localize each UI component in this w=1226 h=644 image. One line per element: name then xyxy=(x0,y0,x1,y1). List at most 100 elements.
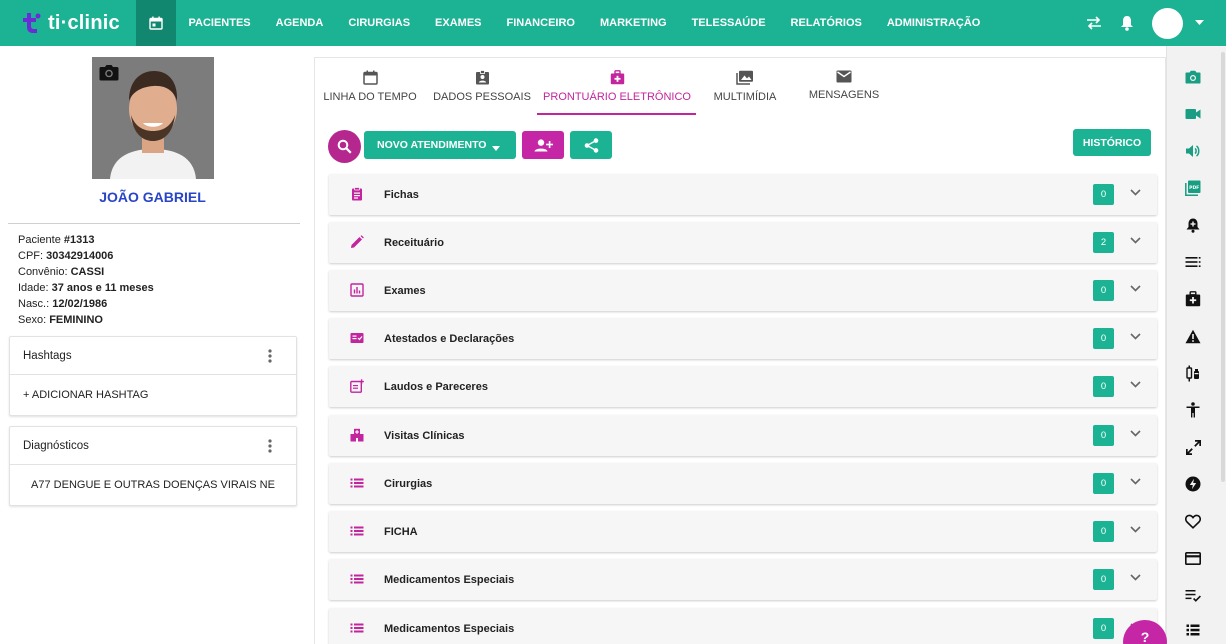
video-icon[interactable] xyxy=(1184,105,1202,123)
info-label: Nasc.: xyxy=(18,298,53,310)
nav-agenda[interactable]: AGENDA xyxy=(263,17,336,29)
section-label: Laudos e Pareceres xyxy=(384,380,488,393)
pencil-icon xyxy=(350,235,364,249)
medical-bag-icon xyxy=(610,70,624,85)
historico-button[interactable]: HISTÓRICO xyxy=(1073,129,1151,156)
share-button[interactable] xyxy=(570,131,612,159)
warning-icon[interactable] xyxy=(1184,327,1202,345)
tab-prontuario-eletronico[interactable]: PRONTUÁRIO ELETRÔNICO xyxy=(543,58,691,116)
pdf-icon[interactable]: PDF xyxy=(1184,179,1202,197)
chevron-down-icon[interactable] xyxy=(1195,20,1204,26)
info-label: Paciente xyxy=(18,234,64,246)
main-menu: PACIENTES AGENDA CIRURGIAS EXAMES FINANC… xyxy=(176,0,993,46)
section-row-medicamentos-especiais[interactable]: Medicamentos Especiais 0 xyxy=(329,559,1157,600)
section-count-badge: 0 xyxy=(1093,184,1114,205)
calendar-nav-button[interactable] xyxy=(136,0,176,46)
list-icon[interactable] xyxy=(1184,621,1202,639)
search-button[interactable] xyxy=(328,130,361,163)
info-label: Sexo: xyxy=(18,314,50,326)
user-avatar[interactable] xyxy=(1152,7,1183,39)
bar-chart-icon xyxy=(350,283,364,297)
toolbar: NOVO ATENDIMENTO HISTÓRICO xyxy=(315,129,1167,164)
section-row-visitas[interactable]: Visitas Clínicas 0 xyxy=(329,415,1157,456)
section-row-atestados[interactable]: Atestados e Declarações 0 xyxy=(329,318,1157,359)
diagnosticos-header: Diagnósticos xyxy=(10,427,296,465)
tab-bar: LINHA DO TEMPO DADOS PESSOAIS PRONTUÁRIO… xyxy=(315,58,1167,116)
section-label: Receituário xyxy=(384,236,444,249)
chevron-down-icon[interactable] xyxy=(1130,189,1141,196)
swap-icon[interactable] xyxy=(1086,16,1102,30)
checklist-icon[interactable] xyxy=(1184,586,1202,604)
nav-cirurgias[interactable]: CIRURGIAS xyxy=(336,17,423,29)
tab-mensagens[interactable]: MENSAGENS xyxy=(809,58,879,116)
add-hashtag-label: + ADICIONAR HASHTAG xyxy=(23,389,149,401)
chevron-down-icon[interactable] xyxy=(1130,478,1141,485)
add-hashtag-button[interactable]: + ADICIONAR HASHTAG xyxy=(10,375,296,415)
add-user-button[interactable] xyxy=(522,131,564,159)
tab-linha-do-tempo[interactable]: LINHA DO TEMPO xyxy=(323,58,417,116)
certificate-icon xyxy=(350,331,364,345)
scrollbar-thumb[interactable] xyxy=(1221,52,1225,482)
patient-photo[interactable] xyxy=(92,57,214,179)
patient-info: Paciente #1313 CPF: 30342914006 Convênio… xyxy=(18,232,154,328)
main-panel: LINHA DO TEMPO DADOS PESSOAIS PRONTUÁRIO… xyxy=(314,57,1166,644)
credit-card-icon[interactable] xyxy=(1184,549,1202,567)
diagnostico-label: A77 DENGUE E OUTRAS DOENÇAS VIRAIS NE xyxy=(31,479,275,491)
diagnostico-item: A77 DENGUE E OUTRAS DOENÇAS VIRAIS NE xyxy=(10,465,296,505)
chevron-down-icon[interactable] xyxy=(1130,333,1141,340)
section-row-medicamentos-especiais-2[interactable]: Medicamentos Especiais 0 xyxy=(329,608,1157,644)
brand-name: ti·clinic xyxy=(48,11,120,34)
accessibility-icon[interactable] xyxy=(1184,401,1202,419)
historico-label: HISTÓRICO xyxy=(1082,136,1142,149)
chevron-down-icon[interactable] xyxy=(1130,526,1141,533)
brand-icon xyxy=(23,13,41,33)
heart-icon[interactable] xyxy=(1184,512,1202,530)
info-nascimento: Nasc.: 12/02/1986 xyxy=(18,296,154,312)
chevron-down-icon[interactable] xyxy=(1130,430,1141,437)
section-row-ficha[interactable]: FICHA 0 xyxy=(329,511,1157,552)
tab-multimidia[interactable]: MULTIMÍDIA xyxy=(713,58,777,116)
info-patient-id: Paciente #1313 xyxy=(18,232,154,248)
nav-telessaude[interactable]: TELESSAÚDE xyxy=(679,17,778,29)
info-value: #1313 xyxy=(63,234,95,246)
chevron-down-icon[interactable] xyxy=(1130,574,1141,581)
hashtags-header: Hashtags xyxy=(10,337,296,375)
bolt-icon[interactable] xyxy=(1184,475,1202,493)
nav-exames[interactable]: EXAMES xyxy=(423,17,494,29)
volume-icon[interactable] xyxy=(1184,142,1202,160)
nav-marketing[interactable]: MARKETING xyxy=(587,17,679,29)
divider xyxy=(8,223,300,224)
tab-label: MULTIMÍDIA xyxy=(713,91,777,103)
hashtags-title: Hashtags xyxy=(23,349,72,362)
nav-pacientes[interactable]: PACIENTES xyxy=(176,17,263,29)
list-icon[interactable] xyxy=(1184,253,1202,271)
more-vert-icon[interactable] xyxy=(268,439,272,456)
camera-icon[interactable] xyxy=(1184,68,1202,86)
info-value: CASSI xyxy=(70,266,105,278)
chevron-down-icon[interactable] xyxy=(1130,381,1141,388)
more-vert-icon[interactable] xyxy=(268,349,272,366)
section-row-exames[interactable]: Exames 0 xyxy=(329,270,1157,311)
bell-icon[interactable] xyxy=(1120,15,1134,31)
nav-financeiro[interactable]: FINANCEIRO xyxy=(494,17,587,29)
chevron-down-icon[interactable] xyxy=(1130,285,1141,292)
top-navbar: ti·clinic PACIENTES AGENDA CIRURGIAS EXA… xyxy=(0,0,1226,46)
nav-relatorios[interactable]: RELATÓRIOS xyxy=(778,17,874,29)
info-label: CPF: xyxy=(18,250,47,262)
alarm-add-icon[interactable] xyxy=(1184,216,1202,234)
section-row-receituario[interactable]: Receituário 2 xyxy=(329,222,1157,263)
section-count-badge: 0 xyxy=(1093,618,1114,639)
camera-icon[interactable] xyxy=(99,64,119,86)
medical-bag-icon[interactable] xyxy=(1184,290,1202,308)
brand-logo[interactable]: ti·clinic xyxy=(0,0,136,46)
chevron-down-icon[interactable] xyxy=(1130,237,1141,244)
section-row-fichas[interactable]: Fichas 0 xyxy=(329,174,1157,215)
expand-icon[interactable] xyxy=(1184,438,1202,456)
syringe-icon[interactable] xyxy=(1184,364,1202,382)
section-row-laudos[interactable]: Laudos e Pareceres 0 xyxy=(329,366,1157,407)
novo-atendimento-button[interactable]: NOVO ATENDIMENTO xyxy=(364,131,516,159)
nav-administracao[interactable]: ADMINISTRAÇÃO xyxy=(874,17,993,29)
section-count-badge: 0 xyxy=(1093,280,1114,301)
section-row-cirurgias[interactable]: Cirurgias 0 xyxy=(329,463,1157,504)
tab-dados-pessoais[interactable]: DADOS PESSOAIS xyxy=(433,58,531,116)
